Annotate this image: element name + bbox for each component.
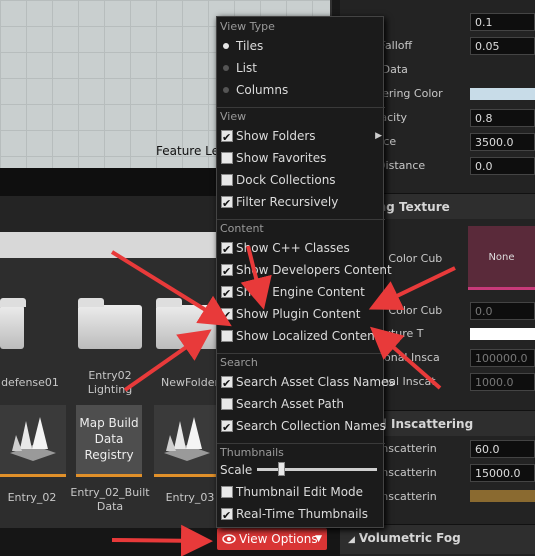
checkbox-icon <box>221 283 233 305</box>
scale-label: Scale <box>220 463 253 477</box>
detail-value-field[interactable]: 3500.0 <box>470 133 535 151</box>
checkbox-icon <box>221 193 233 215</box>
checkbox-icon <box>221 373 233 395</box>
level-icon <box>10 417 56 461</box>
asset-label: Entry_02 <box>7 491 57 504</box>
viewport-feature-label: Feature Le <box>156 144 220 158</box>
asset-tile-map-build-data[interactable]: Map Build Data Registry <box>76 405 142 477</box>
menu-item-columns[interactable]: Columns <box>217 79 385 101</box>
view-options-button[interactable]: View Options ▼ <box>217 528 327 550</box>
checkbox-icon <box>221 152 233 164</box>
folder-icon[interactable] <box>0 298 26 349</box>
detail-value-field[interactable]: 15000.0 <box>470 464 535 482</box>
asset-label: Entry_02_Built Data <box>70 486 150 513</box>
checkbox-icon <box>221 486 233 498</box>
menu-item-show-engine-content[interactable]: Show Engine Content <box>217 281 385 305</box>
menu-item-search-asset-class-names[interactable]: Search Asset Class Names <box>217 371 395 395</box>
menu-item-show-folders[interactable]: Show Folders▶ <box>217 125 385 149</box>
radio-icon <box>223 65 229 71</box>
menu-item-show-plugin-content[interactable]: Show Plugin Content <box>217 303 385 327</box>
scale-slider-thumb[interactable] <box>278 462 285 476</box>
menu-item-show-localized-content[interactable]: Show Localized Content <box>217 325 385 347</box>
menu-item-list[interactable]: List <box>217 57 385 79</box>
color-swatch[interactable] <box>470 88 535 100</box>
detail-value-field[interactable]: 0.1 <box>470 13 535 31</box>
menu-item-tiles[interactable]: Tiles <box>217 35 385 57</box>
menu-item-search-collection-names[interactable]: Search Collection Names <box>217 415 386 439</box>
color-swatch[interactable] <box>470 328 535 340</box>
folder-label: defense01 <box>1 376 59 389</box>
detail-value-field[interactable]: 0.8 <box>470 109 535 127</box>
folder-icon[interactable] <box>156 298 220 349</box>
chevron-down-icon: ▼ <box>315 534 322 544</box>
menu-section-header: View <box>217 107 385 125</box>
section-header-volumetric-fog[interactable]: ◢ Volumetric Fog <box>340 524 535 554</box>
menu-item-dock-collections[interactable]: Dock Collections <box>217 169 385 191</box>
asset-type-text: Map Build Data Registry <box>79 416 139 462</box>
detail-value-field[interactable]: 100000.0 <box>470 349 535 367</box>
view-options-label: View Options <box>239 532 318 546</box>
color-swatch[interactable] <box>470 490 535 502</box>
menu-section-header: Content <box>217 219 385 237</box>
menu-item-thumbnail-edit-mode[interactable]: Thumbnail Edit Mode <box>217 481 385 503</box>
detail-value-field[interactable]: 60.0 <box>470 440 535 458</box>
radio-icon <box>223 87 229 93</box>
checkbox-icon <box>221 261 233 283</box>
submenu-arrow-icon: ▶ <box>375 131 382 141</box>
detail-value-field[interactable]: 0.0 <box>470 302 535 320</box>
checkbox-icon <box>221 398 233 410</box>
level-icon <box>164 417 210 461</box>
detail-value-field[interactable]: 1000.0 <box>470 373 535 391</box>
menu-section-header: Search <box>217 353 385 371</box>
menu-item-filter-recursively[interactable]: Filter Recursively <box>217 191 385 215</box>
checkbox-icon <box>221 174 233 186</box>
scale-slider-track[interactable] <box>257 468 377 471</box>
menu-item-scale: Scale <box>217 459 385 481</box>
checkbox-icon <box>221 505 233 527</box>
checkbox-icon <box>221 239 233 261</box>
menu-section-header: View Type <box>220 20 275 33</box>
texture-slot[interactable]: None <box>468 226 535 290</box>
view-options-menu: View Type Tiles List Columns View Show F… <box>216 16 395 528</box>
asset-tile-entry-02[interactable] <box>0 405 66 477</box>
menu-item-show-developers-content[interactable]: Show Developers Content <box>217 259 392 283</box>
checkbox-icon <box>221 127 233 149</box>
detail-value-field[interactable]: 0.0 <box>470 157 535 175</box>
eye-icon <box>222 534 236 544</box>
menu-item-search-asset-path[interactable]: Search Asset Path <box>217 393 385 415</box>
checkbox-icon <box>221 305 233 327</box>
radio-icon <box>223 43 229 49</box>
chevron-down-icon: ◢ <box>348 535 355 545</box>
menu-item-show-favorites[interactable]: Show Favorites <box>217 147 385 169</box>
editor-window: Feature Le defense01 Entry02 Lighting Ne… <box>0 0 535 556</box>
checkbox-icon <box>221 417 233 439</box>
asset-tile-entry-03[interactable] <box>154 405 220 477</box>
detail-value-field[interactable]: 0.05 <box>470 37 535 55</box>
folder-icon[interactable] <box>78 298 142 349</box>
menu-item-show-cpp-classes[interactable]: Show C++ Classes <box>217 237 385 261</box>
folder-label: Entry02 Lighting <box>87 369 133 396</box>
checkbox-icon <box>221 330 233 342</box>
menu-item-real-time-thumbnails[interactable]: Real-Time Thumbnails <box>217 503 385 527</box>
